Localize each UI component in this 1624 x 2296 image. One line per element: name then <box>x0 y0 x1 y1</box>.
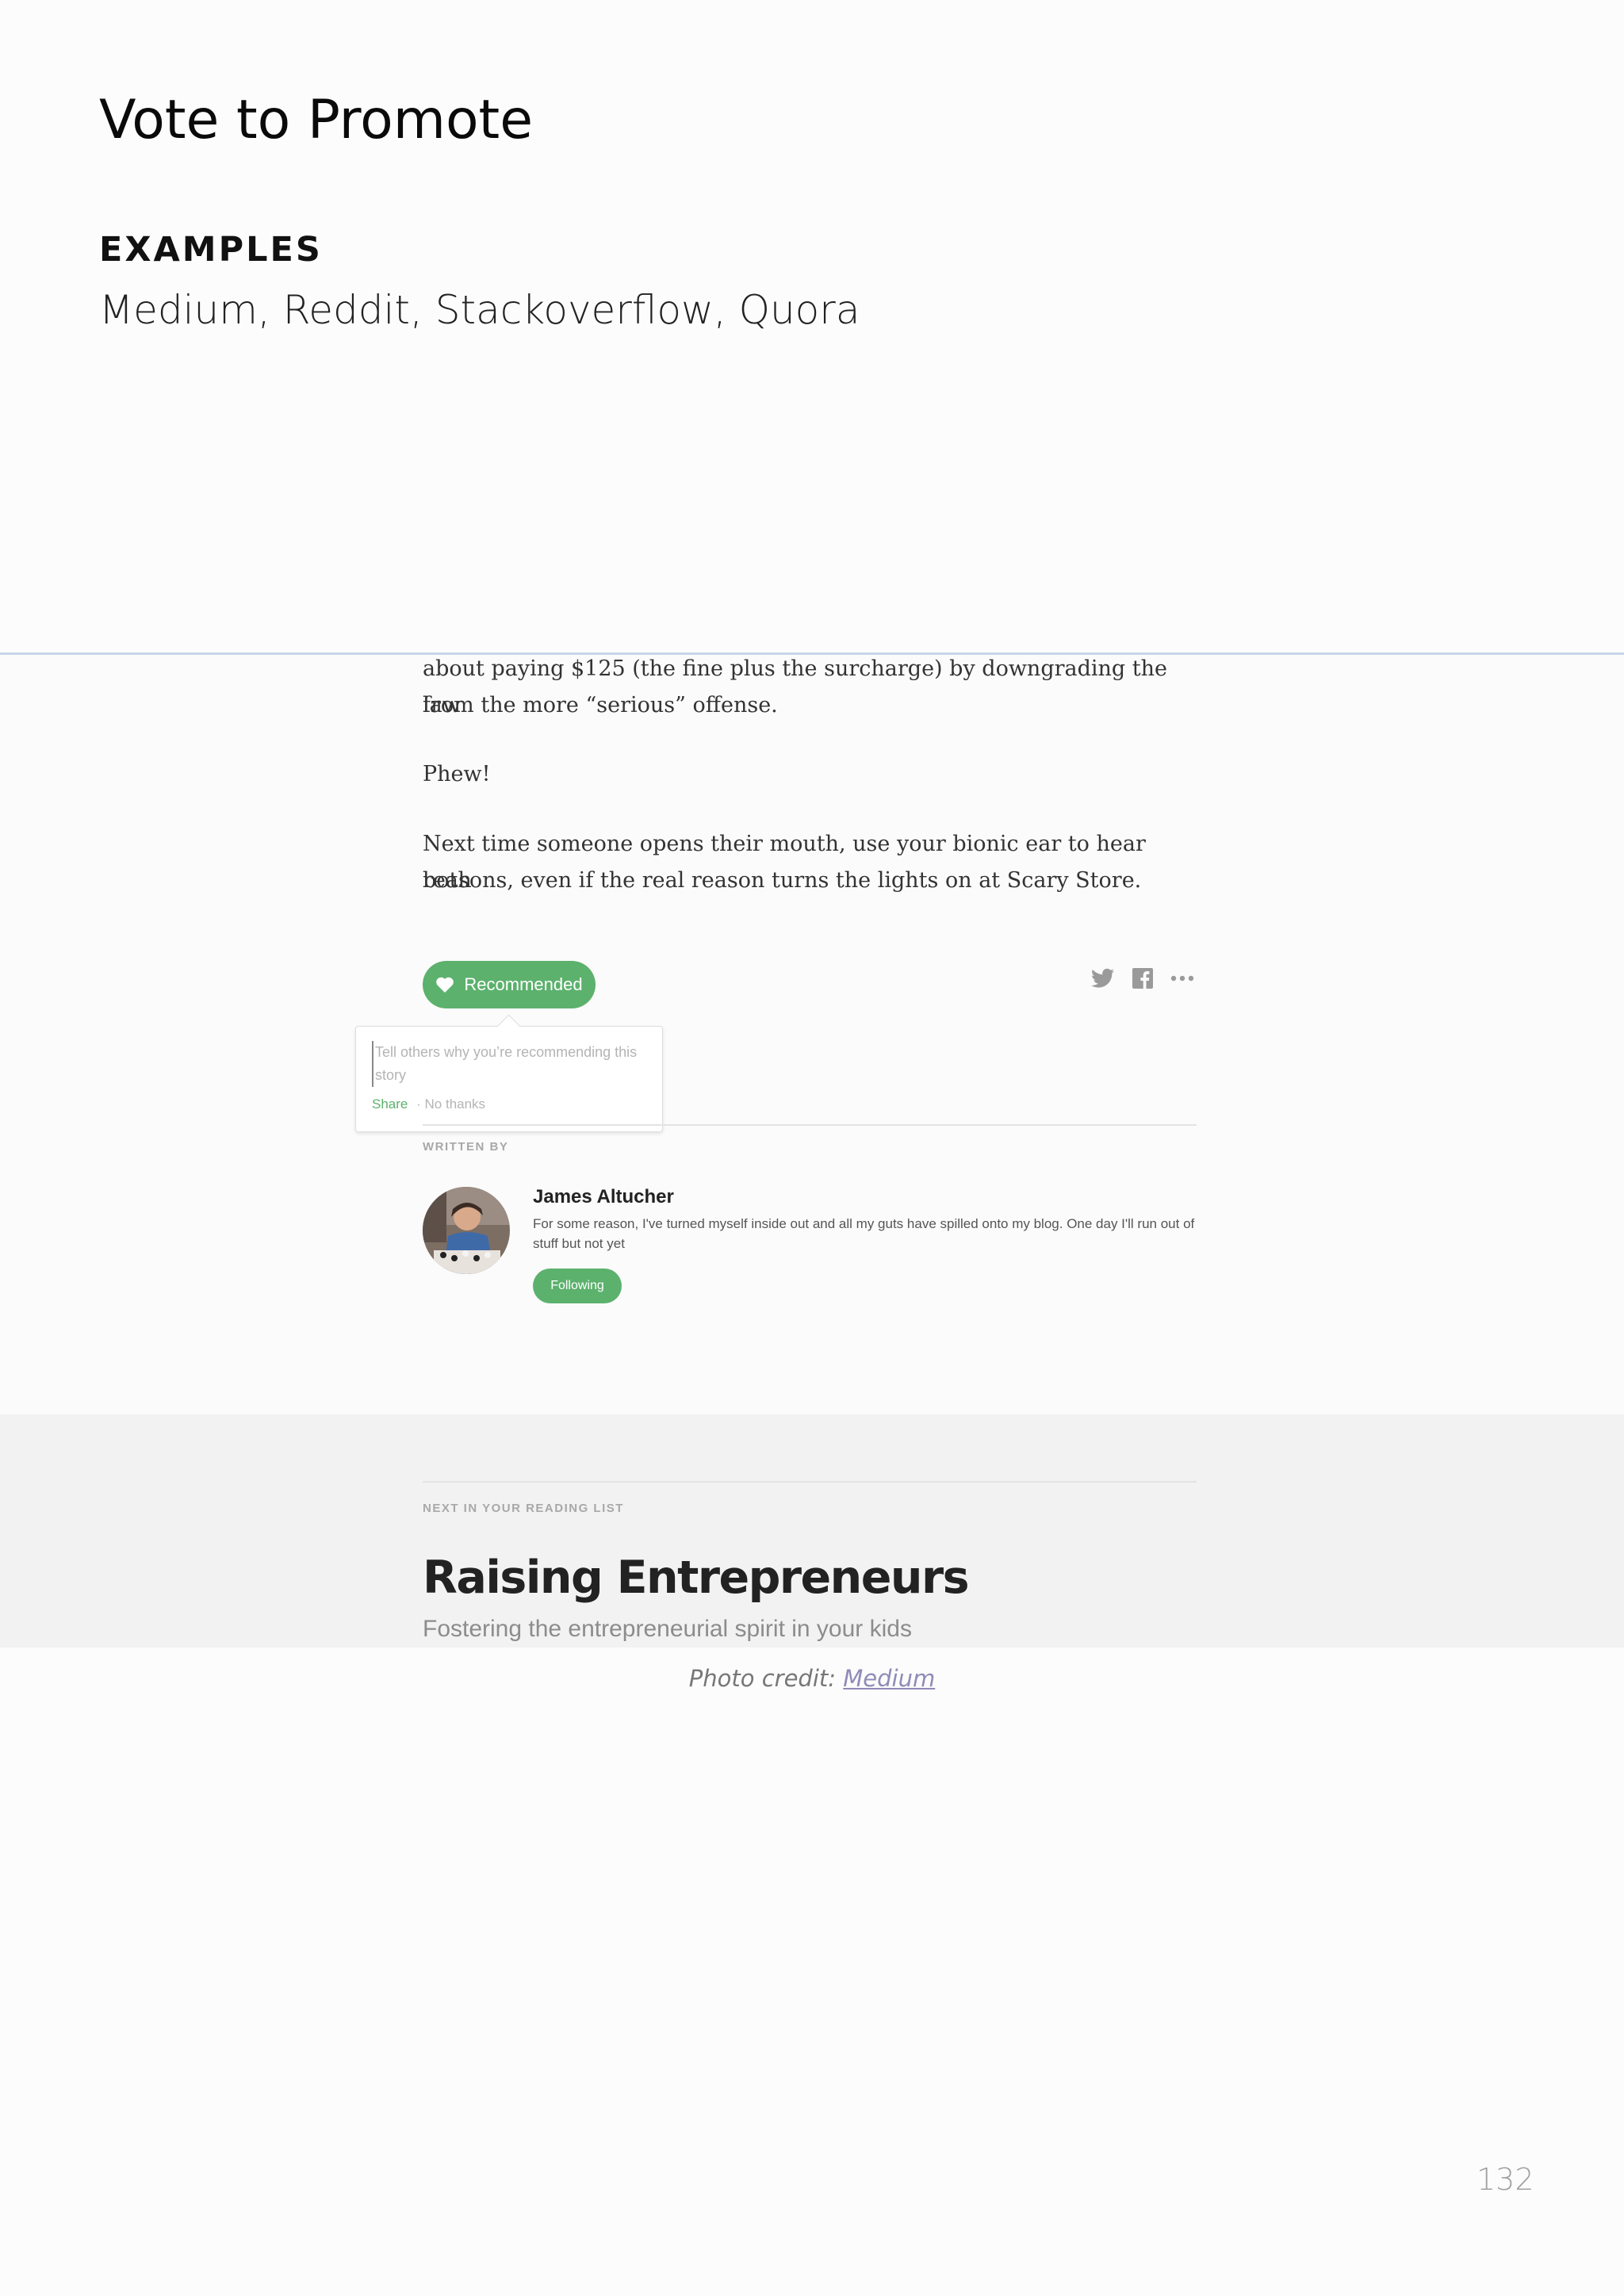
twitter-icon[interactable] <box>1091 968 1115 989</box>
share-icons <box>1091 968 1194 989</box>
share-link[interactable]: Share <box>372 1096 408 1112</box>
article-line: Phew! <box>423 762 491 786</box>
author-avatar[interactable] <box>423 1187 510 1274</box>
article-line: reasons, even if the real reason turns t… <box>423 868 1142 893</box>
photo-credit-prefix: Photo credit: <box>688 1665 844 1692</box>
heart-icon <box>436 977 454 993</box>
following-button[interactable]: Following <box>533 1269 622 1303</box>
recommend-button[interactable]: Recommended <box>423 961 596 1008</box>
article-line: from the more “serious” offense. <box>423 693 778 718</box>
page-title: Vote to Promote <box>99 89 534 151</box>
more-icon[interactable] <box>1170 975 1194 982</box>
divider <box>423 1124 1197 1126</box>
divider <box>423 1481 1197 1483</box>
popover-actions: Share · No thanks <box>372 1096 485 1112</box>
next-story-subtitle: Fostering the entrepreneurial spirit in … <box>423 1616 912 1642</box>
recommend-note-popover: Tell others why you’re recommending this… <box>355 1026 663 1132</box>
recommend-label: Recommended <box>464 974 583 994</box>
photo-credit: Photo credit: Medium <box>0 1665 1624 1692</box>
examples-list: Medium, Reddit, Stackoverflow, Quora <box>99 287 860 333</box>
written-by-label: WRITTEN BY <box>423 1140 509 1154</box>
reading-list-section: NEXT IN YOUR READING LIST Raising Entrep… <box>0 1414 1624 1647</box>
no-thanks-link[interactable]: No thanks <box>425 1096 486 1112</box>
facebook-icon[interactable] <box>1132 968 1153 989</box>
separator: · <box>416 1096 421 1112</box>
medium-screenshot: about paying $125 (the fine plus the sur… <box>0 652 1624 1647</box>
examples-heading: EXAMPLES <box>99 230 323 270</box>
photo-credit-link[interactable]: Medium <box>843 1665 935 1692</box>
next-story-title[interactable]: Raising Entrepreneurs <box>423 1552 970 1604</box>
recommend-note-input[interactable]: Tell others why you’re recommending this… <box>372 1041 645 1087</box>
next-in-reading-list-label: NEXT IN YOUR READING LIST <box>423 1502 624 1515</box>
author-bio: For some reason, I've turned myself insi… <box>533 1216 1195 1251</box>
page-number: 132 <box>1477 2162 1534 2197</box>
author-name[interactable]: James Altucher <box>533 1186 674 1208</box>
